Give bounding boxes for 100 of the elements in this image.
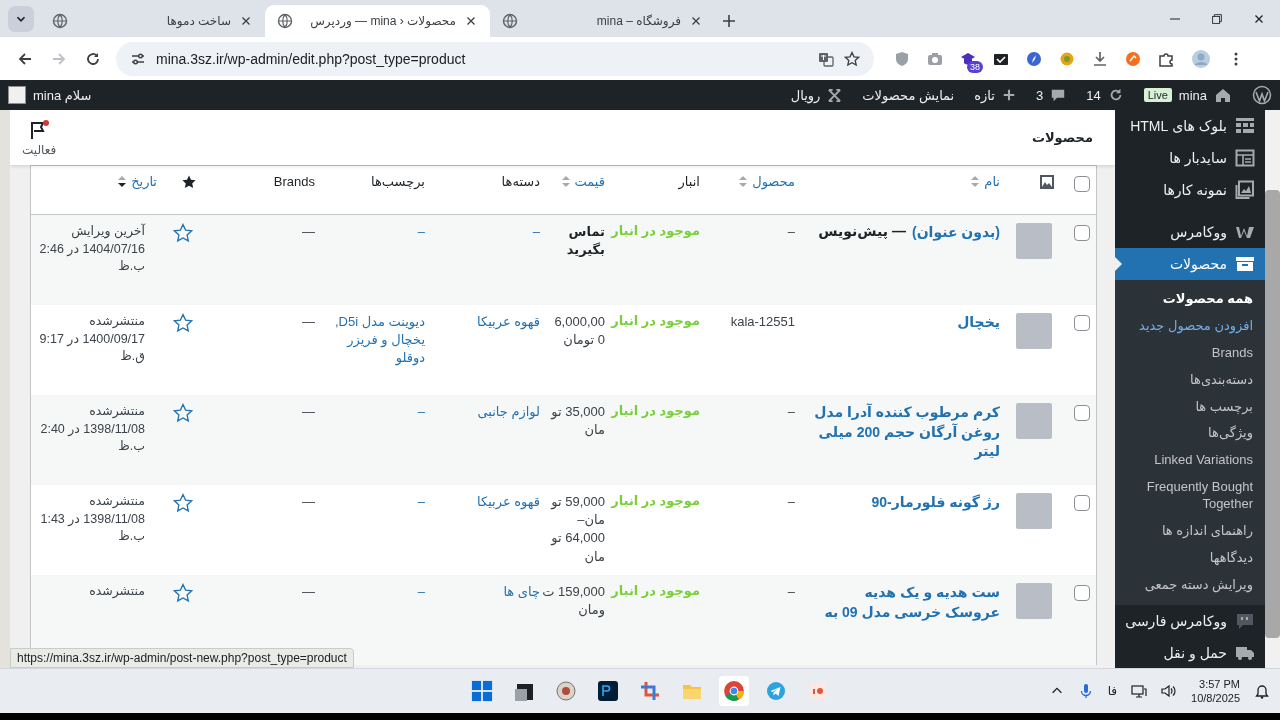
category-link[interactable]: قهوه عربیکا — [477, 493, 540, 512]
tag-link[interactable]: – — [417, 583, 425, 602]
menu-item[interactable]: بلوک های HTML — [1115, 110, 1265, 142]
column-header[interactable]: قیمت — [574, 174, 605, 189]
category-link[interactable]: قهوه عربیکا — [477, 313, 540, 332]
camera-icon[interactable] — [927, 50, 943, 67]
star-icon[interactable] — [844, 50, 860, 67]
comments-count[interactable]: 3 — [1035, 87, 1044, 103]
row-checkbox[interactable] — [1074, 225, 1090, 241]
archive-box-icon — [1235, 254, 1255, 274]
plus-icon[interactable] — [1001, 88, 1016, 102]
row-checkbox[interactable] — [1074, 495, 1090, 511]
tag-link[interactable]: – — [417, 403, 425, 422]
download-icon[interactable] — [1092, 50, 1108, 67]
notification-badge: 38 — [967, 60, 983, 73]
greeting-link[interactable]: سلام mina — [33, 87, 92, 103]
portfolio-icon — [1235, 180, 1255, 200]
user-avatar[interactable] — [8, 86, 26, 104]
category-link[interactable]: لوازم جانبی — [477, 403, 540, 422]
language-indicator[interactable]: فا — [1107, 684, 1118, 698]
live-badge: Live — [1143, 88, 1172, 102]
row-checkbox[interactable] — [1074, 585, 1090, 601]
activity-flag-icon[interactable] — [29, 118, 50, 139]
updates-count[interactable]: 14 — [1086, 87, 1101, 103]
tag-link[interactable]: – — [417, 493, 425, 512]
product-name-link[interactable]: (بدون عنوان) — [912, 223, 1000, 243]
stock-status: موجود در انبار — [611, 403, 700, 418]
clock-date[interactable]: 10/8/2025 — [1191, 691, 1240, 706]
plus-icon[interactable] — [721, 13, 737, 29]
theme-link[interactable]: رویال — [790, 87, 821, 103]
column-header[interactable]: محصول — [752, 174, 795, 189]
clock-time[interactable]: 3:57 PM — [1199, 676, 1240, 691]
submenu-item[interactable]: Frequently Bought Together — [1115, 474, 1265, 518]
globe-icon — [277, 13, 293, 29]
compass-icon[interactable] — [1026, 50, 1042, 67]
submenu-item[interactable]: همه محصولات — [1115, 286, 1265, 313]
menu-item[interactable]: حمل و نقل — [1115, 636, 1265, 669]
network-icon[interactable] — [1131, 683, 1148, 699]
category-link[interactable]: چای ها — [503, 583, 540, 602]
stock-status: موجود در انبار — [611, 493, 700, 508]
wordpress-logo-icon[interactable] — [1252, 85, 1272, 105]
featured-star-icon[interactable] — [173, 583, 193, 603]
browser-tab[interactable]: محصولات ‹ mina — وردپرس — [265, 5, 490, 37]
activity-label[interactable]: فعالیت — [22, 142, 57, 157]
featured-star-icon[interactable] — [173, 223, 193, 243]
notification-bell-icon[interactable] — [1254, 683, 1270, 699]
tag-link[interactable]: دیوینت مدل D5i, یخچال و فریزر دوقلو — [327, 313, 425, 368]
site-name-link[interactable]: mina — [1178, 87, 1207, 103]
reload-icon[interactable] — [85, 50, 101, 67]
submenu-item[interactable]: Brands — [1115, 339, 1265, 367]
crossed-x-icon[interactable] — [827, 87, 843, 103]
column-header[interactable]: تاریخ — [131, 174, 157, 189]
featured-star-icon[interactable] — [173, 493, 193, 513]
submenu-item[interactable]: ویژگی‌ها — [1115, 420, 1265, 448]
sku-text: – — [787, 403, 795, 421]
volume-icon[interactable] — [1161, 683, 1178, 699]
submenu-item[interactable]: دسته‌بندی‌ها — [1115, 366, 1265, 394]
back-arrow-icon[interactable] — [17, 50, 33, 67]
submenu-item[interactable]: افزودن محصول جدید — [1115, 312, 1265, 340]
translate-icon[interactable] — [818, 50, 834, 67]
product-name-link[interactable]: ست هدیه و یک هدیه عروسک خرسی مدل 09 به — [807, 583, 1000, 623]
brand-text: — — [302, 223, 315, 241]
browser-tab[interactable]: فروشگاه – mina — [490, 5, 715, 37]
product-photo — [1015, 403, 1052, 439]
tab-search-button[interactable] — [8, 6, 34, 32]
menu-item[interactable]: ووکامرس — [1115, 216, 1265, 248]
submenu-item[interactable]: راهنمای اندازه ها — [1115, 518, 1265, 545]
browser-tab[interactable]: ساخت دموها — [40, 5, 265, 37]
date-text: منتشرشده 1398/11/08 در 2:40 ب.ظ — [40, 403, 145, 455]
product-photo — [1015, 313, 1052, 349]
comment-icon[interactable] — [1050, 87, 1067, 103]
sku-text: – — [787, 583, 795, 601]
sidebar-layout-icon — [1235, 148, 1255, 168]
tag-link[interactable]: – — [417, 223, 425, 242]
submenu-item[interactable]: برچسب ها — [1115, 393, 1265, 421]
address-bar[interactable]: mina.3sz.ir/wp-admin/edit.php?post_type=product — [116, 41, 874, 76]
product-name-link[interactable]: رژ گونه فلورمار-90 — [871, 493, 1000, 513]
menu-item[interactable]: محصولات — [1115, 248, 1265, 280]
select-all-checkbox[interactable] — [1074, 176, 1090, 192]
new-content-link[interactable]: تازه — [974, 87, 995, 103]
column-header[interactable]: نام — [984, 174, 1000, 189]
shield-icon[interactable] — [894, 50, 910, 67]
menu-item[interactable]: سایدبار ها — [1115, 142, 1265, 174]
product-name-link[interactable]: کرم مرطوب کننده آدرا مدل روغن آرگان حجم 200 میلی لیتر — [807, 403, 1000, 462]
view-products-link[interactable]: نمایش محصولات — [862, 87, 955, 103]
pen-circle-icon[interactable] — [1125, 50, 1141, 67]
menu-item[interactable]: نمونه کارها — [1115, 174, 1265, 206]
puzzle-icon[interactable] — [1158, 50, 1174, 67]
category-link[interactable]: – — [532, 223, 540, 242]
home-icon[interactable] — [1214, 86, 1232, 104]
submenu-item[interactable]: ویرایش دسته جمعی — [1115, 571, 1265, 599]
submenu-item[interactable]: دیدگاهها — [1115, 544, 1265, 572]
product-name-link[interactable]: یخچال — [957, 313, 1000, 333]
row-checkbox[interactable] — [1074, 315, 1090, 331]
menu-item[interactable]: ووکامرس فارسی — [1115, 604, 1265, 637]
featured-star-icon[interactable] — [173, 403, 193, 423]
featured-star-icon[interactable] — [173, 313, 193, 333]
submenu-item[interactable]: Linked Variations — [1115, 447, 1265, 475]
row-checkbox[interactable] — [1074, 405, 1090, 421]
sort-icon — [738, 175, 749, 188]
